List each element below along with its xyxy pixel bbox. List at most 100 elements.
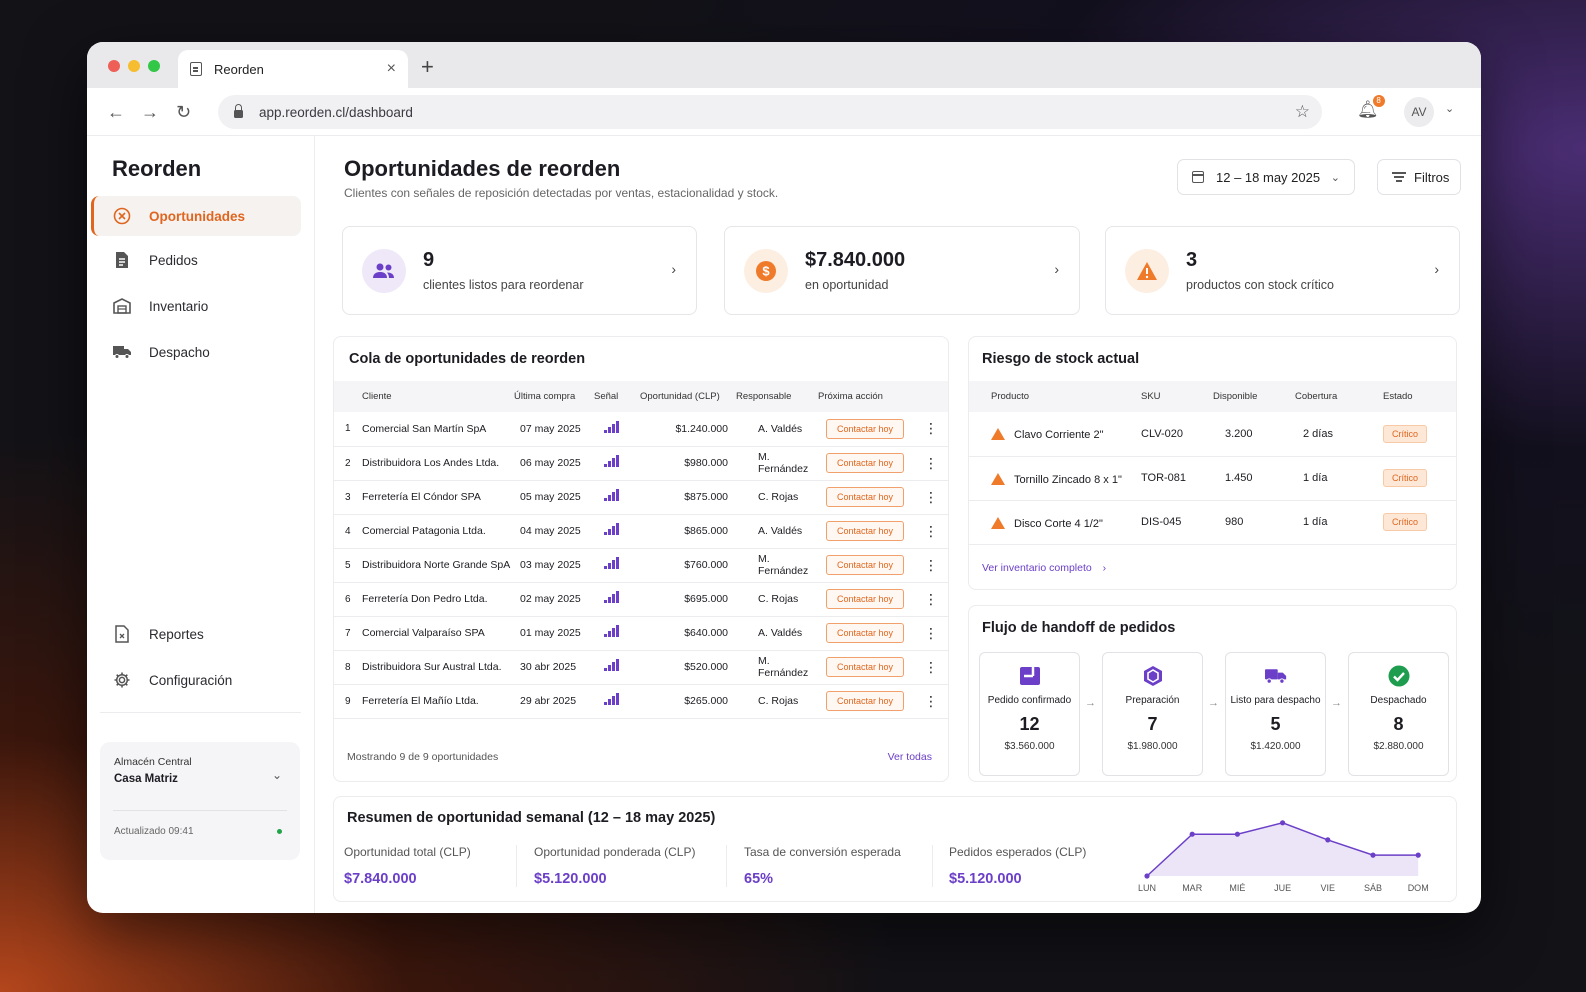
view-inventory-link[interactable]: Ver inventario completo ›	[982, 562, 1106, 574]
chart-point[interactable]	[1325, 837, 1331, 843]
column-header[interactable]: SKU	[1141, 381, 1213, 412]
maximize-window-button[interactable]	[148, 60, 160, 72]
last-purchase-date: 04 may 2025	[514, 514, 594, 549]
main-content: Oportunidades de reorden Clientes con se…	[315, 136, 1481, 913]
column-header[interactable]: Producto	[991, 381, 1141, 412]
contact-today-button[interactable]: Contactar hoy	[826, 487, 905, 507]
date-range-picker[interactable]: 12 – 18 may 2025 ⌄	[1177, 159, 1355, 195]
column-header[interactable]: Responsable	[736, 381, 818, 412]
table-row[interactable]: Disco Corte 4 1/2" DIS-045 980 1 día Crítico	[969, 500, 1456, 545]
product-name: Clavo Corriente 2"	[1014, 429, 1104, 442]
chart-point[interactable]	[1144, 873, 1150, 879]
tab-close-button[interactable]: ×	[387, 60, 396, 78]
column-header[interactable]: Última compra	[514, 381, 594, 412]
client-name[interactable]: Comercial Valparaíso SPA	[362, 616, 514, 651]
contact-today-button[interactable]: Contactar hoy	[826, 589, 905, 609]
table-row[interactable]: 5 Distribuidora Norte Grande SpA 03 may 20…	[334, 548, 948, 583]
user-avatar[interactable]: AV	[1404, 97, 1434, 127]
client-name[interactable]: Comercial Patagonia Ltda.	[362, 514, 514, 549]
more-options-icon[interactable]: ⋮	[914, 684, 948, 719]
table-row[interactable]: 2 Distribuidora Los Andes Ltda. 06 may 202…	[334, 446, 948, 481]
chart-point[interactable]	[1415, 852, 1421, 858]
more-options-icon[interactable]: ⋮	[914, 650, 948, 685]
chart-point[interactable]	[1370, 852, 1376, 858]
more-options-icon[interactable]: ⋮	[914, 548, 948, 583]
flow-step-count: 7	[1147, 714, 1158, 734]
filters-label: Filtros	[1414, 169, 1450, 185]
client-name[interactable]: Distribuidora Los Andes Ltda.	[362, 446, 514, 481]
metric-value: $5.120.000	[949, 871, 1022, 887]
table-row[interactable]: 9 Ferretería El Mañío Ltda. 29 abr 2025 $26…	[334, 684, 948, 719]
sidebar-item-configuracion[interactable]: Configuración	[91, 660, 301, 700]
contact-today-button[interactable]: Contactar hoy	[826, 691, 905, 711]
flow-step-dispatched[interactable]: Despachado 8 $2.880.000	[1348, 652, 1449, 776]
warehouse-name: Casa Matriz	[114, 773, 178, 785]
flow-step-confirmed[interactable]: Pedido confirmado 12 $3.560.000	[979, 652, 1080, 776]
column-header[interactable]: Próxima acción	[818, 381, 914, 412]
chart-point[interactable]	[1189, 831, 1195, 837]
chart-point[interactable]	[1234, 831, 1240, 837]
table-row[interactable]: 6 Ferretería Don Pedro Ltda. 02 may 2025 $6…	[334, 582, 948, 617]
more-options-icon[interactable]: ⋮	[914, 616, 948, 651]
column-header[interactable]: Señal	[594, 381, 640, 412]
flow-step-preparation[interactable]: Preparación 7 $1.980.000	[1102, 652, 1203, 776]
new-tab-button[interactable]: +	[421, 54, 434, 80]
bookmark-star-icon[interactable]: ☆	[1295, 102, 1310, 122]
client-name[interactable]: Distribuidora Norte Grande SpA	[362, 548, 514, 583]
back-icon[interactable]: ←	[107, 102, 125, 123]
contact-today-button[interactable]: Contactar hoy	[826, 453, 905, 473]
chart-point[interactable]	[1280, 820, 1286, 826]
more-options-icon[interactable]: ⋮	[914, 480, 948, 515]
contact-today-button[interactable]: Contactar hoy	[826, 418, 905, 439]
client-name[interactable]: Comercial San Martín SpA	[362, 412, 514, 447]
sidebar-item-reportes[interactable]: Reportes	[91, 614, 301, 654]
contact-today-button[interactable]: Contactar hoy	[826, 657, 905, 677]
table-row[interactable]: 7 Comercial Valparaíso SPA 01 may 2025 $640…	[334, 616, 948, 651]
notification-bell-icon[interactable]: 🔔︎ 8	[1357, 95, 1385, 120]
table-row[interactable]: Tornillo Zincado 8 x 1" TOR-081 1.450 1 día…	[969, 456, 1456, 501]
client-name[interactable]: Distribuidora Sur Austral Ltda.	[362, 650, 514, 685]
column-header[interactable]: Disponible	[1213, 381, 1295, 412]
contact-today-button[interactable]: Contactar hoy	[826, 555, 905, 575]
contact-today-button[interactable]: Contactar hoy	[826, 521, 905, 541]
table-row[interactable]: Clavo Corriente 2" CLV-020 3.200 2 días Crít…	[969, 412, 1456, 457]
table-row[interactable]: 8 Distribuidora Sur Austral Ltda. 30 abr 2…	[334, 650, 948, 685]
client-name[interactable]: Ferretería Don Pedro Ltda.	[362, 582, 514, 617]
browser-tab[interactable]: Reorden ×	[178, 50, 408, 88]
more-options-icon[interactable]: ⋮	[914, 582, 948, 617]
chevron-down-icon[interactable]: ⌄	[1445, 102, 1454, 115]
chevron-down-icon[interactable]: ⌄	[272, 768, 282, 782]
client-name[interactable]: Ferretería El Mañío Ltda.	[362, 684, 514, 719]
more-options-icon[interactable]: ⋮	[914, 514, 948, 549]
warehouse-selector[interactable]: Almacén Central Casa Matriz ⌄ Actualizad…	[100, 742, 300, 860]
kpi-card-clients[interactable]: 9 clientes listos para reordenar ›	[342, 226, 697, 315]
column-header[interactable]: Cliente	[362, 381, 514, 412]
contact-today-button[interactable]: Contactar hoy	[826, 623, 905, 643]
column-header[interactable]: Oportunidad (CLP)	[640, 381, 736, 412]
column-header[interactable]: Estado	[1383, 381, 1456, 412]
more-options-icon[interactable]: ⋮	[914, 412, 948, 447]
sidebar-item-pedidos[interactable]: Pedidos	[91, 240, 301, 280]
close-window-button[interactable]	[108, 60, 120, 72]
sidebar-item-despacho[interactable]: Despacho	[91, 332, 301, 372]
filters-button[interactable]: Filtros	[1377, 159, 1461, 195]
forward-icon[interactable]: →	[141, 102, 159, 123]
table-row[interactable]: 1 Comercial San Martín SpA 07 may 2025 $1.2…	[334, 412, 948, 447]
table-row[interactable]: 4 Comercial Patagonia Ltda. 04 may 2025 $86…	[334, 514, 948, 549]
svg-text:$: $	[762, 264, 770, 279]
more-options-icon[interactable]: ⋮	[914, 446, 948, 481]
view-all-link[interactable]: Ver todas	[888, 751, 932, 763]
reload-icon[interactable]: ↻	[176, 102, 191, 123]
sidebar-item-oportunidades[interactable]: Oportunidades	[91, 196, 301, 236]
sidebar: Reorden Oportunidades Pedidos Inventario…	[87, 136, 315, 913]
client-name[interactable]: Ferretería El Cóndor SPA	[362, 480, 514, 515]
kpi-card-opportunity[interactable]: $ $7.840.000 en oportunidad ›	[724, 226, 1080, 315]
table-row[interactable]: 3 Ferretería El Cóndor SPA 05 may 2025 $875…	[334, 480, 948, 515]
column-header[interactable]: Cobertura	[1295, 381, 1383, 412]
kpi-card-stock[interactable]: 3 productos con stock crítico ›	[1105, 226, 1460, 315]
minimize-window-button[interactable]	[128, 60, 140, 72]
flow-step-ready[interactable]: Listo para despacho 5 $1.420.000	[1225, 652, 1326, 776]
address-bar[interactable]: app.reorden.cl/dashboard ☆	[218, 95, 1322, 129]
truck-icon	[113, 343, 131, 361]
sidebar-item-inventario[interactable]: Inventario	[91, 286, 301, 326]
